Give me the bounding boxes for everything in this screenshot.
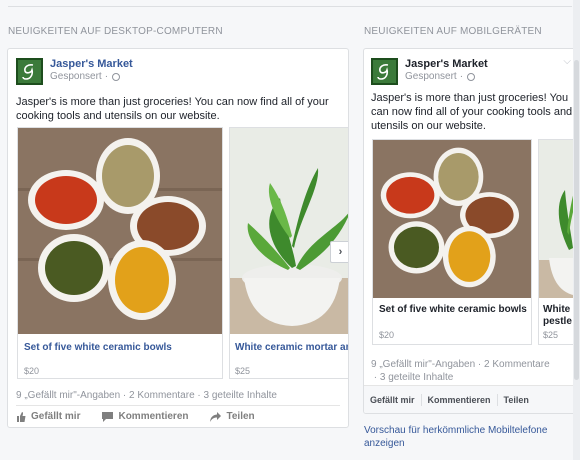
like-button[interactable]: Gefällt mir (16, 411, 80, 422)
sponsored-text: Gesponsert (405, 71, 457, 82)
card-title[interactable]: White ceramic mortar and pestle (235, 342, 348, 353)
shares-count[interactable]: 3 geteilte Inhalte (380, 372, 453, 383)
sponsored-text: Gesponsert (50, 71, 102, 82)
likes-count[interactable]: 9 „Gefällt mir"-Angaben (371, 359, 475, 370)
top-divider (8, 6, 572, 7)
carousel-next-button[interactable]: › (330, 241, 348, 263)
page-name-link[interactable]: Jasper's Market (50, 58, 133, 70)
share-icon (210, 411, 222, 422)
card-price: $25 (235, 366, 251, 376)
page-name-link[interactable]: Jasper's Market (405, 58, 488, 70)
card-title[interactable]: Set of five white ceramic bowls (24, 342, 214, 353)
globe-icon (112, 72, 121, 81)
comments-count[interactable]: 2 Kommentare (129, 390, 195, 401)
share-label: Teilen (226, 411, 255, 422)
page-logo[interactable] (16, 58, 43, 85)
desktop-section-label: Neuigkeiten auf Desktop-Computern (8, 26, 223, 37)
carousel-card-mortar[interactable]: White ceramic mortar and pestle $25 (538, 139, 577, 345)
mobile-section-label: Neuigkeiten auf Mobilgeräten (364, 26, 542, 37)
actions-divider (16, 405, 340, 406)
sponsored-label: Gesponsert · (50, 70, 133, 83)
spice-bowls-image (18, 128, 222, 334)
scrollbar-thumb[interactable] (574, 60, 579, 380)
post-body-text: Jasper's is more than just groceries! Yo… (371, 92, 573, 132)
jasper-logo-icon (376, 63, 388, 80)
card-price: $20 (379, 330, 395, 340)
globe-icon (467, 72, 476, 81)
comment-label: Kommentieren (118, 411, 189, 422)
page-logo[interactable] (371, 58, 398, 85)
mobile-action-bar: Gefällt mir Kommentieren Teilen (364, 385, 577, 413)
mobile-ad-preview: ⌵ Jasper's Market Gesponsert · Jasper's … (363, 48, 578, 414)
action-bar: Gefällt mir Kommentieren Teilen (16, 411, 277, 422)
card-price: $20 (24, 366, 40, 376)
comment-icon (102, 411, 114, 422)
shares-count[interactable]: 3 geteilte Inhalte (204, 390, 277, 401)
comments-count[interactable]: 2 Kommentare (484, 359, 550, 370)
card-title[interactable]: Set of five white ceramic bowls (379, 304, 529, 316)
mortar-basil-image (230, 128, 348, 334)
jasper-logo-icon (21, 63, 33, 80)
card-price: $25 (543, 330, 559, 340)
share-button[interactable]: Teilen (498, 394, 535, 406)
like-button[interactable]: Gefällt mir (364, 393, 422, 406)
likes-count[interactable]: 9 „Gefällt mir"-Angaben (16, 390, 120, 401)
engagement-stats: 9 „Gefällt mir"-Angaben · 2 Kommentare ·… (371, 359, 550, 383)
post-header: Jasper's Market Gesponsert · (16, 58, 133, 85)
share-button[interactable]: Teilen (210, 411, 255, 422)
chevron-down-icon[interactable]: ⌵ (563, 56, 571, 67)
comment-button[interactable]: Kommentieren (422, 393, 498, 406)
carousel-card-bowls[interactable]: Set of five white ceramic bowls $20 (372, 139, 532, 345)
thumbs-up-icon (17, 411, 26, 422)
like-label: Gefällt mir (31, 411, 81, 422)
engagement-stats: 9 „Gefällt mir"-Angaben · 2 Kommentare ·… (16, 390, 277, 401)
chevron-right-icon: › (338, 246, 343, 258)
sponsored-label: Gesponsert · (405, 70, 488, 83)
spice-bowls-image (373, 140, 531, 298)
desktop-ad-preview: Jasper's Market Gesponsert · Jasper's is… (7, 48, 349, 428)
post-header: Jasper's Market Gesponsert · (371, 58, 488, 85)
legacy-phone-preview-link[interactable]: Vorschau für herkömmliche Mobiltelefone … (364, 424, 564, 450)
post-body-text: Jasper's is more than just groceries! Yo… (16, 96, 329, 122)
carousel-card-bowls[interactable]: Set of five white ceramic bowls $20 (17, 127, 223, 379)
comment-button[interactable]: Kommentieren (102, 411, 188, 422)
